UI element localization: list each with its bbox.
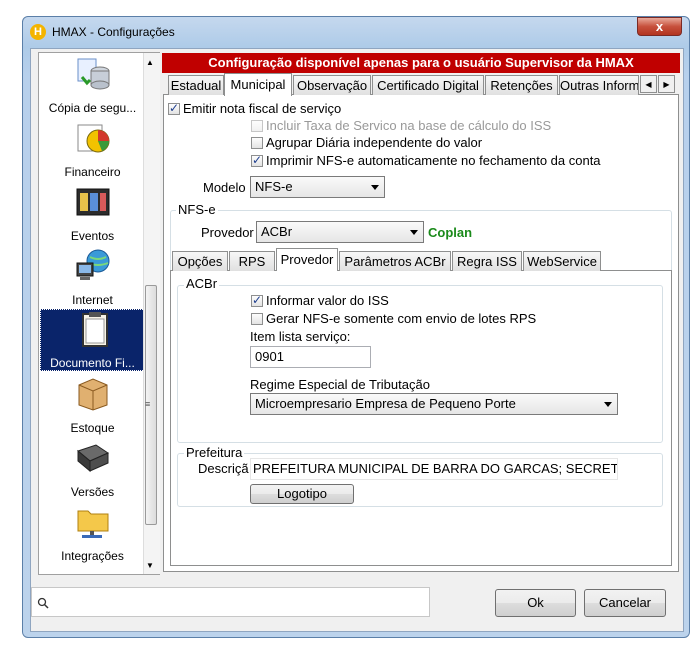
- sidebar-item-label: Eventos: [70, 229, 115, 243]
- gerar-lotes-checkbox[interactable]: [251, 313, 263, 325]
- search-icon: [37, 597, 49, 609]
- regime-select[interactable]: Microempresario Empresa de Pequeno Porte: [250, 393, 618, 415]
- chip-icon: [76, 444, 110, 473]
- sidebar-item-label: Cópia de segu...: [48, 101, 137, 115]
- regime-label: Regime Especial de Tributação: [250, 377, 430, 392]
- subtab-provedor[interactable]: Provedor: [276, 248, 338, 271]
- hmax-app-icon: H: [30, 24, 46, 40]
- imprimir-nfse-checkbox[interactable]: [251, 153, 263, 167]
- calendar-icon: [76, 188, 110, 216]
- cancel-button[interactable]: Cancelar: [584, 589, 666, 617]
- close-button[interactable]: x: [637, 17, 682, 36]
- sidebar-item-label: Documento Fi...: [50, 356, 135, 370]
- provedor-select[interactable]: ACBr: [256, 221, 424, 243]
- grip-icon: ≡: [145, 399, 151, 409]
- tab-observacao[interactable]: Observação: [293, 75, 371, 95]
- informar-iss-checkbox[interactable]: [251, 293, 263, 307]
- provedor-value: ACBr: [261, 224, 293, 239]
- network-computer-icon: [76, 249, 110, 280]
- sidebar-item-financeiro[interactable]: Financeiro: [40, 117, 145, 179]
- modelo-select[interactable]: NFS-e: [250, 176, 385, 198]
- box-icon: [78, 378, 108, 411]
- folder-network-icon: [77, 510, 109, 538]
- item-lista-input[interactable]: 0901: [250, 346, 371, 368]
- descricao-label: Descriçã: [198, 461, 249, 476]
- tab-certificado-digital[interactable]: Certificado Digital: [372, 75, 484, 95]
- regime-value: Microempresario Empresa de Pequeno Porte: [255, 396, 516, 411]
- subtab-parametros-acbr[interactable]: Parâmetros ACBr: [339, 251, 451, 271]
- sidebar-item-label: Estoque: [70, 421, 115, 435]
- chevron-down-icon: [604, 402, 612, 407]
- sidebar-item-versoes[interactable]: Versões: [40, 437, 145, 499]
- finance-chart-icon: [77, 124, 110, 153]
- incluir-taxa-label: Incluir Taxa de Servico na base de cálcu…: [266, 118, 552, 133]
- agrupar-diaria-checkbox[interactable]: [251, 137, 263, 149]
- logotipo-button[interactable]: Logotipo: [250, 484, 354, 504]
- clipboard-icon: [82, 312, 108, 347]
- sidebar-item-integracoes[interactable]: Integrações: [40, 501, 145, 563]
- item-lista-label: Item lista serviço:: [250, 329, 351, 344]
- sidebar-item-eventos[interactable]: Eventos: [40, 181, 145, 243]
- informar-iss-label: Informar valor do ISS: [266, 293, 389, 308]
- incluir-taxa-checkbox[interactable]: [251, 120, 263, 132]
- sidebar-item-backup[interactable]: Cópia de segu...: [40, 53, 145, 115]
- supervisor-banner: Configuração disponível apenas para o us…: [162, 53, 680, 73]
- descricao-input[interactable]: PREFEITURA MUNICIPAL DE BARRA DO GARCAS;…: [250, 458, 618, 480]
- emitir-nota-label: Emitir nota fiscal de serviço: [183, 101, 342, 116]
- window-title: HMAX - Configurações: [52, 25, 175, 39]
- gerar-lotes-label: Gerar NFS-e somente com envio de lotes R…: [266, 311, 537, 326]
- tab-municipal[interactable]: Municipal: [224, 73, 292, 96]
- subtab-opcoes[interactable]: Opções: [172, 251, 228, 271]
- ok-button[interactable]: Ok: [495, 589, 576, 617]
- imprimir-nfse-label: Imprimir NFS-e automaticamente no fecham…: [266, 153, 601, 168]
- scroll-up-arrow-icon[interactable]: ▲: [146, 58, 154, 67]
- tab-scroll-left-icon[interactable]: ◀: [640, 75, 657, 93]
- sidebar-item-documento-fiscal[interactable]: Documento Fi...: [40, 309, 145, 371]
- sidebar-item-label: Financeiro: [64, 165, 121, 179]
- modelo-label: Modelo: [203, 180, 246, 195]
- sidebar-item-estoque[interactable]: Estoque: [40, 373, 145, 435]
- sidebar-item-label: Versões: [70, 485, 115, 499]
- agrupar-diaria-label: Agrupar Diária independente do valor: [266, 135, 483, 150]
- backup-database-icon: [77, 58, 110, 90]
- provedor-label: Provedor: [201, 225, 254, 240]
- chevron-down-icon: [410, 230, 418, 235]
- tab-scroll-right-icon[interactable]: ▶: [658, 75, 675, 93]
- prefeitura-group-label: Prefeitura: [184, 445, 245, 460]
- tab-outras-informacoes[interactable]: Outras Inform: [559, 75, 639, 95]
- sidebar-item-label: Integrações: [61, 549, 124, 563]
- tab-estadual[interactable]: Estadual: [168, 75, 224, 95]
- chevron-down-icon: [371, 185, 379, 190]
- sidebar-item-internet[interactable]: Internet: [40, 245, 145, 307]
- acbr-group-label: ACBr: [184, 276, 220, 291]
- subtab-webservice[interactable]: WebService: [523, 251, 601, 271]
- subtab-regra-iss[interactable]: Regra ISS: [452, 251, 522, 271]
- scroll-down-arrow-icon[interactable]: ▼: [146, 561, 154, 570]
- settings-sidebar: Cópia de segu... Financeiro Eventos Inte…: [38, 52, 160, 575]
- sidebar-item-label: Internet: [72, 293, 113, 307]
- provedor-brand: Coplan: [428, 225, 473, 240]
- nfse-group-label: NFS-e: [176, 202, 218, 217]
- tab-retencoes[interactable]: Retenções: [485, 75, 558, 95]
- search-input[interactable]: [31, 587, 430, 617]
- subtab-rps[interactable]: RPS: [229, 251, 275, 271]
- emitir-nota-checkbox[interactable]: [168, 101, 180, 115]
- modelo-value: NFS-e: [255, 179, 293, 194]
